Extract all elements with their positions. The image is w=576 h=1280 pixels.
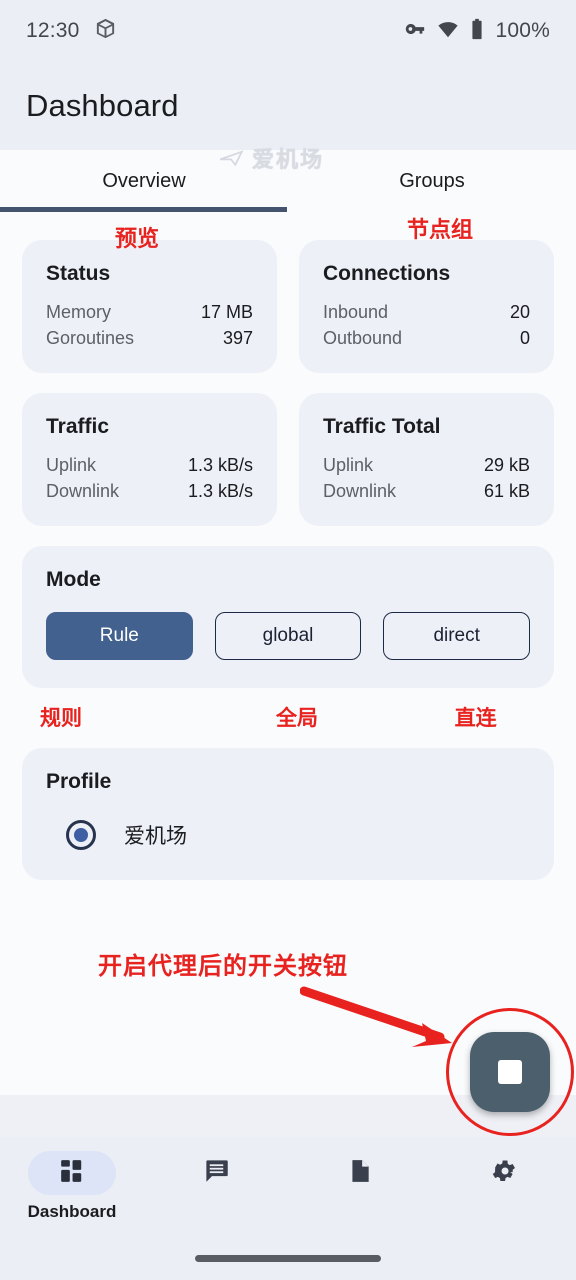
status-bar-left: 12:30 bbox=[26, 17, 117, 45]
connections-row-inbound: Inbound 20 bbox=[323, 302, 530, 323]
traffic-uplink-value: 1.3 kB/s bbox=[187, 455, 253, 475]
status-card: Status Memory 17 MB Goroutines 397 bbox=[22, 240, 277, 373]
chat-proxies-icon bbox=[203, 1157, 230, 1189]
tab-overview[interactable]: Overview bbox=[0, 150, 288, 212]
nav-pill-dashboard bbox=[28, 1151, 116, 1195]
stop-square-icon bbox=[498, 1060, 522, 1084]
connections-row-outbound: Outbound 0 bbox=[323, 328, 530, 349]
status-bar-right: 100% bbox=[404, 18, 550, 45]
status-goroutines-key: Goroutines bbox=[46, 328, 135, 348]
traffic-downlink-key: Downlink bbox=[46, 481, 120, 501]
vpn-key-icon bbox=[404, 18, 426, 45]
nav-pill-proxies bbox=[172, 1151, 260, 1195]
mode-button-global-label: global bbox=[262, 625, 314, 646]
connections-inbound-key: Inbound bbox=[323, 302, 389, 322]
app-root: 12:30 100% Dashboard 爱机场 Overview Groups… bbox=[0, 0, 576, 1280]
status-card-title: Status bbox=[46, 262, 111, 285]
profile-card: Profile 爱机场 bbox=[22, 748, 554, 880]
nav-item-dashboard[interactable]: Dashboard bbox=[0, 1151, 144, 1222]
status-memory-value: 17 MB bbox=[200, 302, 253, 322]
annotation-mode-global: 全局 bbox=[276, 707, 318, 730]
tab-groups-label: Groups bbox=[399, 169, 465, 192]
grid-dashboard-icon bbox=[59, 1158, 85, 1189]
mode-button-direct[interactable]: direct bbox=[383, 612, 531, 660]
profile-card-title: Profile bbox=[46, 770, 112, 793]
annotation-mode-direct: 直连 bbox=[454, 707, 497, 730]
tab-bar: Overview Groups bbox=[0, 150, 576, 212]
mode-button-rule[interactable]: Rule bbox=[46, 612, 193, 660]
status-row-memory: Memory 17 MB bbox=[46, 302, 253, 323]
nav-label-dashboard: Dashboard bbox=[27, 1202, 117, 1221]
traffic-card-title: Traffic bbox=[46, 415, 110, 438]
traffic-total-row-downlink: Downlink 61 kB bbox=[323, 481, 530, 502]
annotation-overview: 预览 bbox=[115, 226, 160, 251]
nav-item-settings[interactable] bbox=[432, 1151, 576, 1202]
document-logs-icon bbox=[347, 1158, 373, 1189]
card-row-2: Traffic Uplink 1.3 kB/s Downlink 1.3 kB/… bbox=[22, 393, 554, 526]
annotation-arrow-icon bbox=[300, 986, 452, 1047]
traffic-total-downlink-value: 61 kB bbox=[483, 481, 530, 501]
mode-annotations: 规则 全局 直连 bbox=[22, 702, 554, 732]
gear-settings-icon bbox=[490, 1157, 518, 1190]
battery-percent: 100% bbox=[495, 19, 550, 42]
profile-item[interactable]: 爱机场 bbox=[46, 820, 530, 850]
traffic-total-downlink-key: Downlink bbox=[323, 481, 397, 501]
traffic-total-row-uplink: Uplink 29 kB bbox=[323, 455, 530, 476]
status-bar: 12:30 100% bbox=[0, 0, 576, 62]
connections-outbound-key: Outbound bbox=[323, 328, 403, 348]
wifi-icon bbox=[437, 18, 459, 45]
traffic-uplink-key: Uplink bbox=[46, 455, 97, 475]
traffic-total-uplink-value: 29 kB bbox=[483, 455, 530, 475]
connections-card-title: Connections bbox=[323, 262, 451, 285]
card-row-1: Status Memory 17 MB Goroutines 397 Conne… bbox=[22, 240, 554, 373]
traffic-total-card-title: Traffic Total bbox=[323, 415, 441, 438]
status-memory-key: Memory bbox=[46, 302, 112, 322]
mode-card: Mode Rule global direct bbox=[22, 546, 554, 688]
traffic-downlink-value: 1.3 kB/s bbox=[187, 481, 253, 501]
profile-name: 爱机场 bbox=[124, 825, 187, 848]
gesture-home-bar[interactable] bbox=[195, 1255, 381, 1262]
radio-selected-icon[interactable] bbox=[66, 820, 96, 850]
proxy-toggle-fab[interactable] bbox=[470, 1032, 550, 1112]
nav-item-proxies[interactable] bbox=[144, 1151, 288, 1202]
annotation-groups: 节点组 bbox=[407, 217, 474, 242]
traffic-total-card: Traffic Total Uplink 29 kB Downlink 61 k… bbox=[299, 393, 554, 526]
tab-groups[interactable]: Groups bbox=[288, 150, 576, 212]
connections-inbound-value: 20 bbox=[509, 302, 530, 322]
traffic-row-uplink: Uplink 1.3 kB/s bbox=[46, 455, 253, 476]
mode-button-direct-label: direct bbox=[433, 625, 480, 646]
tab-overview-label: Overview bbox=[102, 169, 186, 192]
status-goroutines-value: 397 bbox=[222, 328, 253, 348]
mode-card-title: Mode bbox=[46, 568, 101, 591]
nav-pill-settings bbox=[460, 1151, 548, 1195]
status-time: 12:30 bbox=[26, 19, 80, 42]
traffic-row-downlink: Downlink 1.3 kB/s bbox=[46, 481, 253, 502]
battery-icon bbox=[470, 18, 484, 45]
traffic-total-uplink-key: Uplink bbox=[323, 455, 374, 475]
annotation-fab: 开启代理后的开关按钮 bbox=[98, 953, 348, 980]
traffic-card: Traffic Uplink 1.3 kB/s Downlink 1.3 kB/… bbox=[22, 393, 277, 526]
status-row-goroutines: Goroutines 397 bbox=[46, 328, 253, 349]
package-icon bbox=[94, 17, 117, 45]
page-title: Dashboard bbox=[26, 88, 179, 123]
connections-outbound-value: 0 bbox=[519, 328, 530, 348]
app-bar: Dashboard bbox=[0, 62, 576, 150]
annotation-mode-rule: 规则 bbox=[40, 707, 82, 730]
mode-button-group: Rule global direct bbox=[46, 612, 531, 660]
bottom-navigation: Dashboard bbox=[0, 1137, 576, 1280]
mode-button-rule-label: Rule bbox=[99, 625, 139, 646]
nav-pill-logs bbox=[316, 1151, 404, 1195]
mode-button-global[interactable]: global bbox=[214, 612, 362, 660]
connections-card: Connections Inbound 20 Outbound 0 bbox=[299, 240, 554, 373]
nav-item-logs[interactable] bbox=[288, 1151, 432, 1202]
